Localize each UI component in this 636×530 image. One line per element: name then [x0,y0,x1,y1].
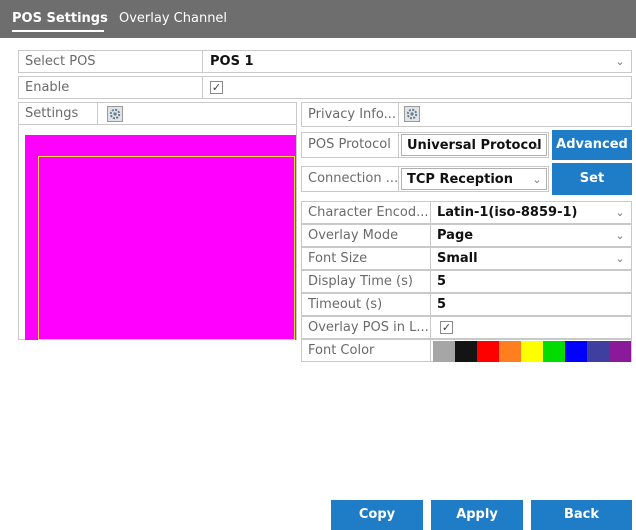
color-swatch-1[interactable] [433,341,455,362]
display-time-row: Display Time (s) 5 [301,270,632,293]
display-time-input[interactable]: 5 [432,271,631,292]
pos-protocol-row: POS Protocol Universal Protocol ⌄ [301,132,549,158]
timeout-input[interactable]: 5 [432,294,631,315]
color-swatch-7[interactable] [565,341,587,362]
enable-checkbox[interactable]: ✓ [210,81,223,94]
color-swatch-9[interactable] [609,341,631,362]
font-size-dropdown[interactable]: Small [432,248,631,269]
font-color-label: Font Color [302,340,431,361]
color-swatch-2[interactable] [455,341,477,362]
back-button[interactable]: Back [531,500,632,530]
color-swatch-3[interactable] [477,341,499,362]
active-tab-indicator [12,30,104,32]
timeout-label: Timeout (s) [302,294,431,315]
color-swatch-8[interactable] [587,341,609,362]
connection-row: Connection ... TCP Reception ⌄ [301,166,549,192]
font-size-row: Font Size Small ⌄ [301,247,632,270]
font-color-swatches [433,341,631,362]
character-encoding-dropdown[interactable]: Latin-1(iso-8859-1) [432,202,631,223]
privacy-gear-icon[interactable] [404,106,420,122]
overlay-mode-dropdown[interactable]: Page [432,225,631,246]
settings-gear-icon[interactable] [107,106,123,122]
display-time-label: Display Time (s) [302,271,431,292]
select-pos-label: Select POS [19,51,203,72]
settings-header-cell [98,103,297,125]
select-pos-dropdown[interactable]: POS 1 [205,51,605,72]
connection-dropdown[interactable]: TCP Reception [401,168,547,190]
chevron-down-icon[interactable]: ⌄ [613,226,627,245]
chevron-down-icon[interactable]: ⌄ [530,136,544,155]
privacy-info-row: Privacy Info... [301,102,632,127]
set-button[interactable]: Set [552,163,632,195]
chevron-down-icon[interactable]: ⌄ [613,52,627,71]
connection-label: Connection ... [302,167,399,191]
chevron-down-icon[interactable]: ⌄ [530,170,544,189]
select-pos-row: Select POS POS 1 ⌄ [18,50,632,73]
overlay-pos-live-label: Overlay POS in L... [302,317,431,338]
enable-label: Enable [19,77,203,98]
overlay-mode-row: Overlay Mode Page ⌄ [301,224,632,247]
advanced-button[interactable]: Advanced [552,130,632,160]
enable-row: Enable ✓ [18,76,632,99]
tab-bar: POS Settings Overlay Channel [0,0,636,38]
timeout-row: Timeout (s) 5 [301,293,632,316]
font-color-row: Font Color [301,339,632,362]
pos-protocol-label: POS Protocol [302,133,399,157]
pos-overlay-region[interactable] [38,156,295,340]
apply-button[interactable]: Apply [431,500,523,530]
color-swatch-4[interactable] [499,341,521,362]
tab-overlay-channel[interactable]: Overlay Channel [119,0,227,38]
tab-pos-settings[interactable]: POS Settings [12,0,108,38]
overlay-pos-live-row: Overlay POS in L... ✓ [301,316,632,339]
character-encoding-label: Character Encod... [302,202,431,223]
settings-label: Settings [19,103,98,125]
color-swatch-5[interactable] [521,341,543,362]
chevron-down-icon[interactable]: ⌄ [613,203,627,222]
pos-protocol-dropdown[interactable]: Universal Protocol [401,134,547,156]
copy-button[interactable]: Copy [331,500,423,530]
font-size-label: Font Size [302,248,431,269]
chevron-down-icon[interactable]: ⌄ [613,249,627,268]
character-encoding-row: Character Encod... Latin-1(iso-8859-1) ⌄ [301,201,632,224]
color-swatch-6[interactable] [543,341,565,362]
overlay-mode-label: Overlay Mode [302,225,431,246]
overlay-pos-live-checkbox[interactable]: ✓ [440,321,453,334]
privacy-info-label: Privacy Info... [302,103,399,126]
